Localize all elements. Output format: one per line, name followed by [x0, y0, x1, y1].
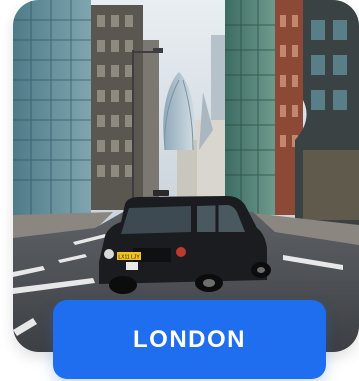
black-cab: LX11 LJY — [99, 190, 271, 294]
taxi-plate: LX11 LJY — [118, 255, 140, 261]
london-city-button[interactable]: LONDON — [53, 300, 326, 379]
